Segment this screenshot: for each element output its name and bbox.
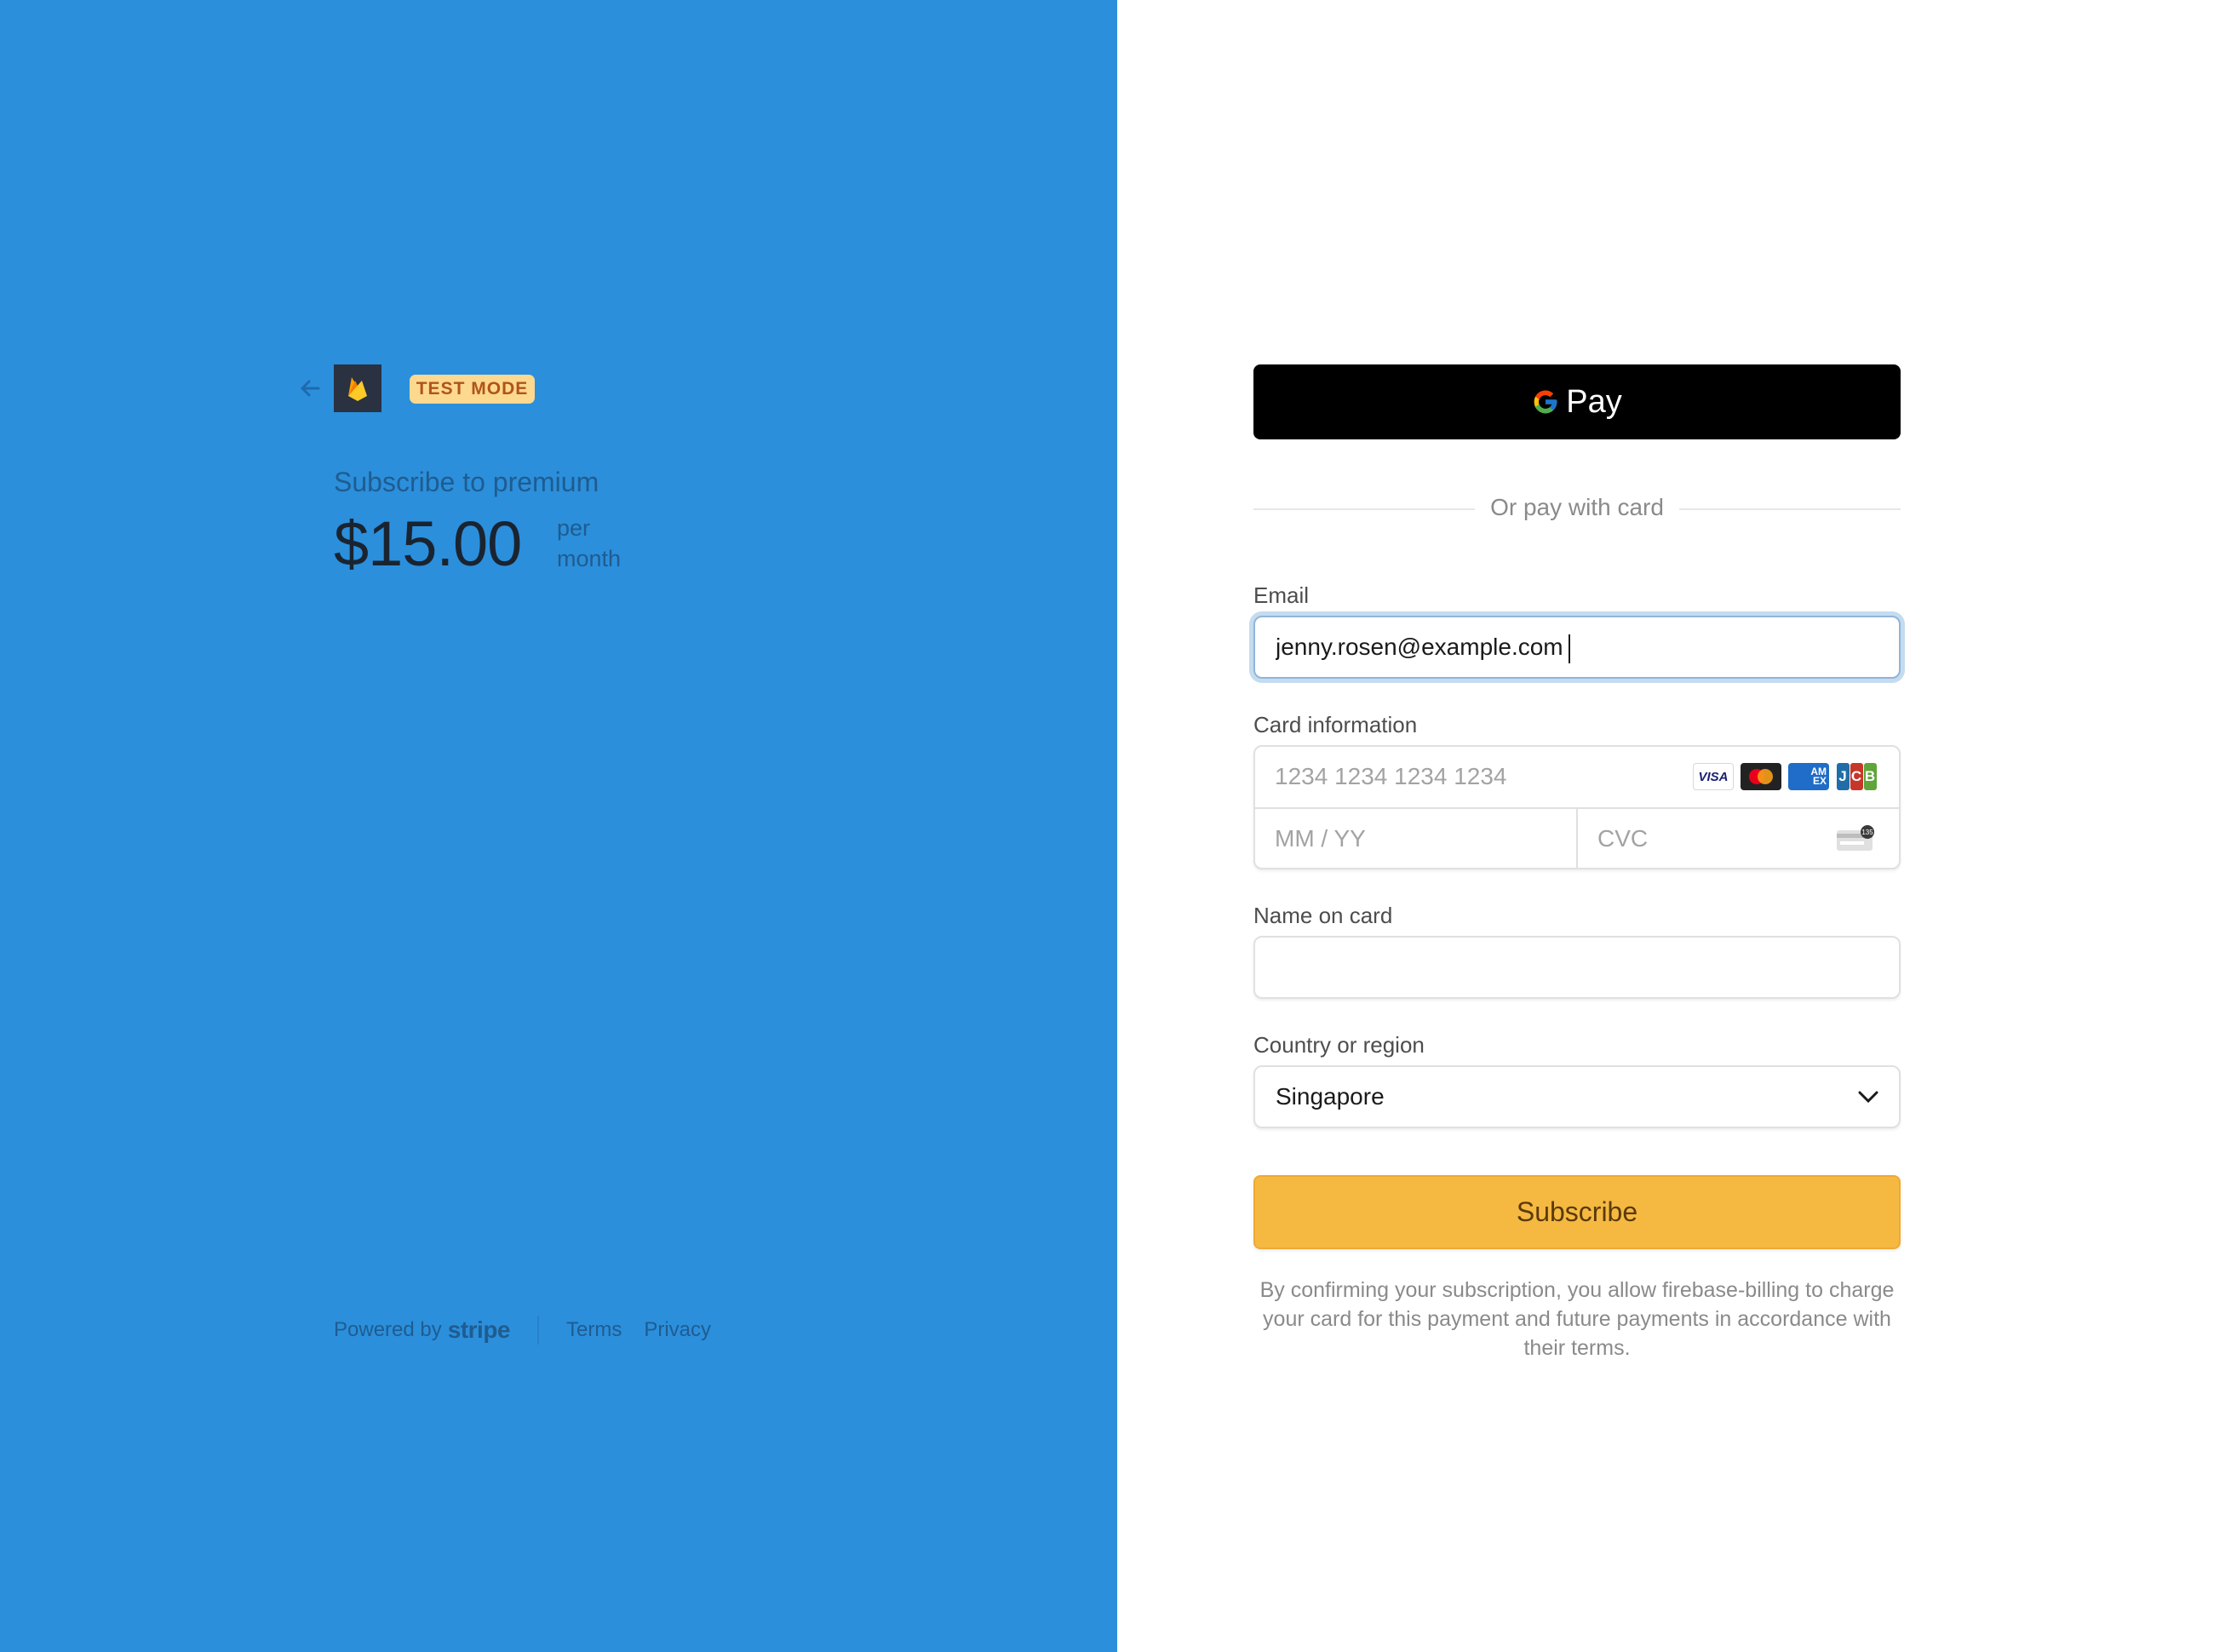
test-mode-badge: TEST MODE <box>410 375 535 404</box>
footer-divider <box>537 1316 539 1345</box>
pay-with-card-divider: Or pay with card <box>1253 494 1901 523</box>
card-information-group: 1234 1234 1234 1234 VISA AM EX JCB MM / Y… <box>1253 745 1901 869</box>
firebase-icon <box>348 377 367 401</box>
card-field-divider <box>1576 809 1578 868</box>
card-number-field[interactable]: 1234 1234 1234 1234 VISA AM EX JCB <box>1255 747 1899 809</box>
text-cursor <box>1569 634 1570 663</box>
expiry-input[interactable]: MM / YY <box>1275 825 1366 852</box>
card-brand-icons: VISA AM EX JCB <box>1693 763 1877 790</box>
jcb-icon: JCB <box>1836 763 1877 790</box>
subscribe-button[interactable]: Subscribe <box>1253 1175 1901 1249</box>
order-summary-panel: TEST MODE Subscribe to premium $15.00 pe… <box>0 0 1117 1652</box>
country-select[interactable]: Singapore <box>1253 1065 1901 1128</box>
billing-interval: per month <box>557 513 621 574</box>
google-pay-label: Pay <box>1566 383 1622 420</box>
price-amount: $15.00 <box>334 508 522 579</box>
card-number-placeholder[interactable]: 1234 1234 1234 1234 <box>1275 763 1507 790</box>
cvc-card-icon: 135 <box>1836 825 1875 857</box>
country-value: Singapore <box>1276 1083 1385 1110</box>
product-name: Subscribe to premium <box>334 467 599 497</box>
cvc-hint: 135 <box>1861 829 1873 836</box>
name-on-card-field[interactable] <box>1253 936 1901 999</box>
email-input[interactable] <box>1276 617 1872 677</box>
divider-text: Or pay with card <box>1490 494 1664 520</box>
privacy-link[interactable]: Privacy <box>644 1318 711 1342</box>
footer: Powered by stripe Terms Privacy <box>334 1316 733 1345</box>
merchant-logo <box>334 364 381 412</box>
cvc-input[interactable]: CVC <box>1597 825 1648 852</box>
divider-line-right <box>1679 508 1901 510</box>
amex-icon: AM EX <box>1788 763 1829 790</box>
chevron-down-icon <box>1858 1091 1878 1104</box>
visa-icon: VISA <box>1693 763 1734 790</box>
email-label: Email <box>1253 582 1310 608</box>
mastercard-icon <box>1741 763 1781 790</box>
google-pay-button[interactable]: Pay <box>1253 364 1901 439</box>
google-g-icon <box>1534 390 1557 414</box>
legal-text: By confirming your subscription, you all… <box>1259 1278 1895 1360</box>
name-on-card-label: Name on card <box>1253 903 1393 928</box>
stripe-logo[interactable]: stripe <box>448 1316 511 1344</box>
interval-line-2: month <box>557 546 622 571</box>
arrow-left-icon <box>301 380 320 397</box>
back-button[interactable] <box>296 375 324 402</box>
name-on-card-input[interactable] <box>1276 938 1872 997</box>
card-information-label: Card information <box>1253 712 1418 737</box>
terms-link[interactable]: Terms <box>566 1318 622 1342</box>
country-label: Country or region <box>1253 1032 1425 1058</box>
powered-by-text: Powered by <box>334 1318 442 1341</box>
email-field-wrapper[interactable] <box>1253 616 1901 679</box>
interval-line-1: per <box>557 515 591 541</box>
